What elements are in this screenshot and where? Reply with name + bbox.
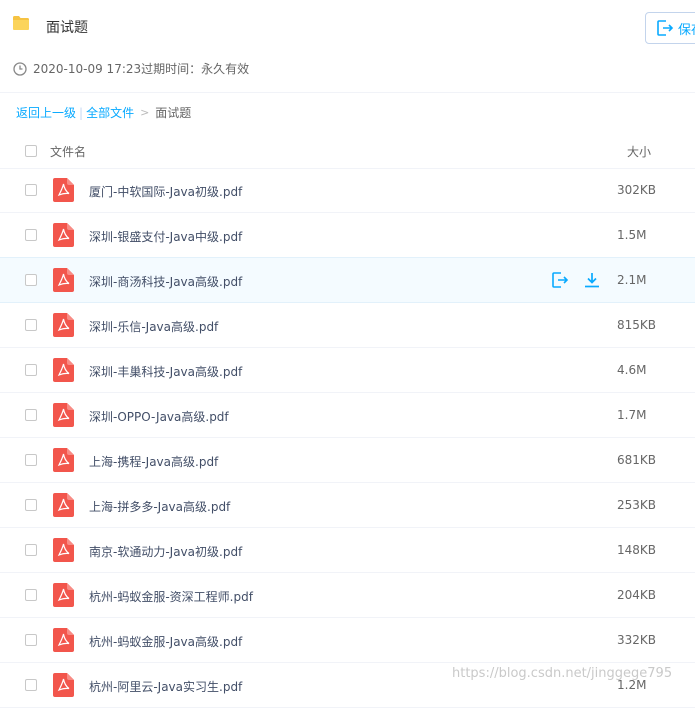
file-checkbox[interactable]: [25, 634, 37, 646]
share-header: 面试题 保存 2020-10-09 17:23过期时间：永久有效: [0, 0, 695, 93]
file-checkbox[interactable]: [25, 229, 37, 241]
breadcrumb-current: 面试题: [155, 106, 192, 120]
clock-icon: [13, 61, 27, 76]
pdf-file-icon: [53, 358, 74, 382]
file-checkbox[interactable]: [25, 319, 37, 331]
file-list-header: 文件名 大小: [0, 134, 695, 169]
file-row[interactable]: 深圳-OPPO-Java高级.pdf 1.7M: [0, 393, 695, 438]
pdf-file-icon: [53, 673, 74, 697]
file-checkbox[interactable]: [25, 454, 37, 466]
share-meta-text: 2020-10-09 17:23过期时间：永久有效: [33, 62, 250, 76]
file-row[interactable]: 上海-携程-Java高级.pdf 681KB: [0, 438, 695, 483]
file-row[interactable]: 深圳-商汤科技-Java高级.pdf 2.1M: [0, 257, 695, 303]
file-size: 302KB: [617, 183, 657, 197]
select-all-checkbox[interactable]: [25, 145, 37, 157]
file-row[interactable]: 南京-软通动力-Java初级.pdf 148KB: [0, 528, 695, 573]
save-icon[interactable]: [551, 271, 569, 289]
file-name[interactable]: 杭州-蚂蚁金服-Java高级.pdf: [89, 633, 242, 650]
file-name[interactable]: 杭州-蚂蚁金服-资深工程师.pdf: [89, 588, 253, 605]
share-meta: 2020-10-09 17:23过期时间：永久有效: [13, 60, 249, 77]
pdf-file-icon: [53, 628, 74, 652]
column-header-size[interactable]: 大小: [627, 143, 651, 160]
pdf-file-icon: [53, 538, 74, 562]
file-checkbox[interactable]: [25, 499, 37, 511]
file-checkbox[interactable]: [25, 544, 37, 556]
file-row[interactable]: 杭州-蚂蚁金服-资深工程师.pdf 204KB: [0, 573, 695, 618]
file-name[interactable]: 深圳-商汤科技-Java高级.pdf: [89, 273, 242, 290]
folder-icon: [13, 16, 29, 30]
file-size: 148KB: [617, 543, 657, 557]
download-icon[interactable]: [583, 271, 601, 289]
file-checkbox[interactable]: [25, 184, 37, 196]
file-name[interactable]: 深圳-乐信-Java高级.pdf: [89, 318, 218, 335]
file-name[interactable]: 厦门-中软国际-Java初级.pdf: [89, 183, 242, 200]
pdf-file-icon: [53, 493, 74, 517]
file-size: 332KB: [617, 633, 657, 647]
file-row[interactable]: 深圳-乐信-Java高级.pdf 815KB: [0, 303, 695, 348]
pdf-file-icon: [53, 403, 74, 427]
file-name[interactable]: 深圳-OPPO-Java高级.pdf: [89, 408, 229, 425]
row-actions: [551, 271, 601, 289]
file-row[interactable]: 杭州-蚂蚁金服-Java高级.pdf 332KB: [0, 618, 695, 663]
pdf-file-icon: [53, 178, 74, 202]
file-name[interactable]: 杭州-阿里云-Java实习生.pdf: [89, 678, 242, 695]
breadcrumb-separator: |: [79, 105, 84, 120]
file-size: 1.7M: [617, 408, 647, 422]
file-size: 2.1M: [617, 273, 647, 287]
file-checkbox[interactable]: [25, 589, 37, 601]
file-name[interactable]: 深圳-银盛支付-Java中级.pdf: [89, 228, 242, 245]
file-size: 815KB: [617, 318, 657, 332]
file-size: 253KB: [617, 498, 657, 512]
column-header-name[interactable]: 文件名: [50, 143, 86, 160]
file-name[interactable]: 上海-携程-Java高级.pdf: [89, 453, 218, 470]
file-checkbox[interactable]: [25, 364, 37, 376]
file-row[interactable]: 深圳-银盛支付-Java中级.pdf 1.5M: [0, 213, 695, 258]
breadcrumb: 返回上一级 | 全部文件 > 面试题: [16, 104, 191, 121]
file-size: 681KB: [617, 453, 657, 467]
page-title: 面试题: [46, 20, 88, 36]
save-button-label: 保存: [678, 22, 695, 38]
pdf-file-icon: [53, 313, 74, 337]
file-row[interactable]: 厦门-中软国际-Java初级.pdf 302KB: [0, 168, 695, 213]
file-name[interactable]: 上海-拼多多-Java高级.pdf: [89, 498, 230, 515]
save-icon: [657, 20, 674, 36]
file-checkbox[interactable]: [25, 274, 37, 286]
file-list: 厦门-中软国际-Java初级.pdf 302KB 深圳-银盛支付-Java中级.pd…: [0, 168, 695, 708]
pdf-file-icon: [53, 583, 74, 607]
file-name[interactable]: 南京-软通动力-Java初级.pdf: [89, 543, 242, 560]
all-files-link[interactable]: 全部文件: [86, 104, 134, 121]
save-to-netdisk-button[interactable]: 保存: [645, 12, 695, 44]
pdf-file-icon: [53, 223, 74, 247]
file-checkbox[interactable]: [25, 409, 37, 421]
file-row[interactable]: 深圳-丰巢科技-Java高级.pdf 4.6M: [0, 348, 695, 393]
file-row[interactable]: 上海-拼多多-Java高级.pdf 253KB: [0, 483, 695, 528]
file-name[interactable]: 深圳-丰巢科技-Java高级.pdf: [89, 363, 242, 380]
back-link[interactable]: 返回上一级: [16, 104, 76, 121]
breadcrumb-arrow: >: [140, 106, 150, 119]
watermark: https://blog.csdn.net/jinggege795: [452, 666, 673, 681]
file-size: 204KB: [617, 588, 657, 602]
pdf-file-icon: [53, 268, 74, 292]
file-size: 4.6M: [617, 363, 647, 377]
pdf-file-icon: [53, 448, 74, 472]
file-checkbox[interactable]: [25, 679, 37, 691]
file-size: 1.5M: [617, 228, 647, 242]
